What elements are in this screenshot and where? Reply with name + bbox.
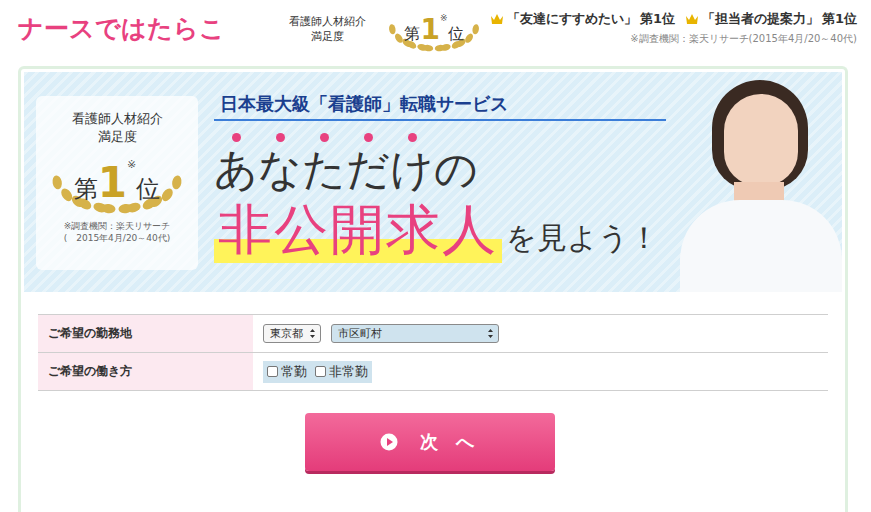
prefecture-select[interactable]: 東京都 bbox=[263, 324, 321, 343]
award-line: 看護師人材紹介 bbox=[289, 14, 366, 29]
button-area: 次 へ bbox=[24, 413, 842, 471]
crown-icon bbox=[490, 13, 504, 25]
ranking-rank: 第1位 bbox=[640, 10, 675, 28]
dropdown-arrow-icon bbox=[487, 328, 494, 339]
rank-suffix: 位 bbox=[136, 173, 160, 205]
rank-number: 1 bbox=[420, 13, 439, 46]
headline-end: を見よう！ bbox=[506, 218, 659, 259]
rank-badge: 第1※位 bbox=[388, 6, 480, 52]
crown-icon bbox=[685, 13, 699, 25]
satisfaction-badge: 看護師人材紹介満足度第1※位 ※調査機関：楽天リサーチ( 2015年4月/20～4… bbox=[36, 96, 198, 270]
form-value: 常勤 非常勤 bbox=[253, 353, 828, 390]
rank-prefix: 第 bbox=[404, 24, 420, 45]
next-button-label: 次 へ bbox=[420, 430, 480, 454]
headline: あなただけの bbox=[214, 143, 666, 195]
note-mark: ※ bbox=[127, 158, 136, 171]
rank-text: 第1※位 bbox=[404, 13, 463, 46]
checkbox[interactable] bbox=[315, 366, 326, 377]
award: 看護師人材紹介満足度 第1※位 bbox=[289, 6, 480, 52]
note-mark: ※ bbox=[440, 13, 448, 23]
award-line: 満足度 bbox=[311, 29, 344, 44]
checkbox[interactable] bbox=[267, 366, 278, 377]
checkbox-label: 非常勤 bbox=[329, 363, 368, 381]
rank-prefix: 第 bbox=[74, 173, 98, 205]
select-value: 市区町村 bbox=[338, 326, 382, 341]
rank-number: 1 bbox=[98, 158, 127, 207]
tagline: 日本最大級「看護師」転職サービス bbox=[214, 92, 666, 121]
select-value: 東京都 bbox=[270, 326, 303, 341]
play-icon bbox=[380, 433, 398, 451]
dropdown-arrow-icon bbox=[309, 328, 316, 339]
rank-badge: 第1※位 bbox=[51, 150, 183, 214]
header: ナースではたらこ看護師人材紹介満足度第1※位「友達にすすめたい」第1位「担当者の… bbox=[0, 0, 871, 62]
form-row: ご希望の働き方 常勤 非常勤 bbox=[38, 353, 828, 391]
ranking-rank: 第1位 bbox=[822, 10, 857, 28]
ranking-list: 「友達にすすめたい」第1位「担当者の提案力」第1位 bbox=[490, 10, 857, 28]
award-text: 看護師人材紹介満足度 bbox=[289, 14, 366, 44]
rank-text: 第1※位 bbox=[74, 158, 160, 207]
survey-note: ※調査機関：楽天リサーチ(2015年4月/20～40代) bbox=[630, 32, 857, 46]
emphasis-dots bbox=[214, 133, 666, 143]
city-select[interactable]: 市区町村 bbox=[331, 324, 499, 343]
logo[interactable]: ナースではたらこ bbox=[18, 12, 225, 45]
form-value: 東京都 市区町村 bbox=[253, 315, 828, 352]
main-panel: 看護師人材紹介満足度第1※位 ※調査機関：楽天リサーチ( 2015年4月/20～4… bbox=[18, 66, 848, 512]
headline-emphasis: 非公開求人 bbox=[214, 197, 502, 263]
ranking-label: 「友達にすすめたい」 bbox=[507, 10, 637, 28]
work-style-options: 常勤 非常勤 bbox=[263, 361, 372, 383]
banner-copy: 日本最大級「看護師」転職サービスあなただけの非公開求人を見よう！ bbox=[214, 72, 666, 292]
badge-line: 看護師人材紹介 bbox=[72, 110, 163, 128]
badge-line: 満足度 bbox=[98, 128, 137, 146]
form-label: ご希望の勤務地 bbox=[38, 315, 253, 352]
nurse-photo bbox=[672, 72, 842, 292]
banner: 看護師人材紹介満足度第1※位 ※調査機関：楽天リサーチ( 2015年4月/20～4… bbox=[24, 72, 842, 292]
ranking-item: 「友達にすすめたい」第1位 bbox=[490, 10, 675, 28]
rankings: 「友達にすすめたい」第1位「担当者の提案力」第1位※調査機関：楽天リサーチ(20… bbox=[490, 6, 857, 46]
rank-suffix: 位 bbox=[448, 24, 464, 45]
work-style-checkbox[interactable]: 非常勤 bbox=[315, 363, 368, 381]
next-button[interactable]: 次 へ bbox=[305, 413, 555, 471]
form-label: ご希望の働き方 bbox=[38, 353, 253, 390]
headline-row: 非公開求人を見よう！ bbox=[214, 197, 666, 263]
badge-source: ※調査機関：楽天リサーチ bbox=[64, 220, 171, 232]
badge-period: ( 2015年4月/20～40代) bbox=[64, 232, 171, 244]
checkbox-label: 常勤 bbox=[281, 363, 307, 381]
search-form: ご希望の勤務地 東京都 市区町村ご希望の働き方 常勤 非常勤 bbox=[38, 314, 828, 391]
ranking-label: 「担当者の提案力」 bbox=[702, 10, 819, 28]
work-style-checkbox[interactable]: 常勤 bbox=[267, 363, 307, 381]
ranking-item: 「担当者の提案力」第1位 bbox=[685, 10, 857, 28]
form-row: ご希望の勤務地 東京都 市区町村 bbox=[38, 315, 828, 353]
